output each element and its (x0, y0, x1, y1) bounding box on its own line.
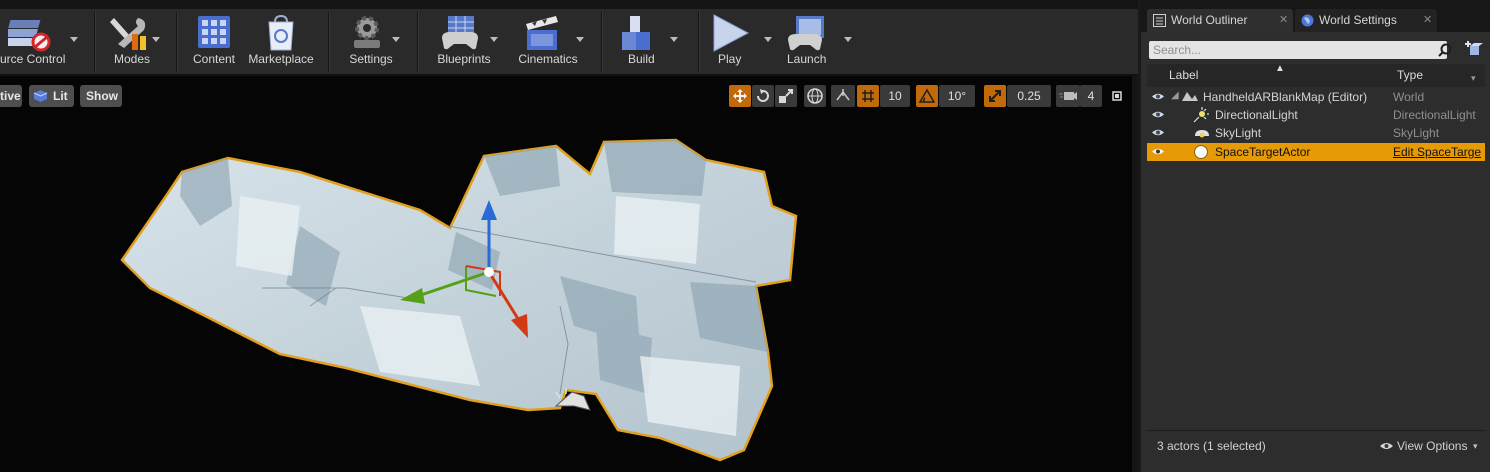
type-column-header[interactable]: Type (1397, 64, 1423, 87)
launch-button[interactable]: Launch (784, 9, 854, 74)
world-outliner-tab-label: World Outliner (1171, 13, 1248, 27)
outliner-column-header: Label ▲ Type ▾ (1147, 63, 1485, 90)
chevron-down-icon[interactable] (490, 37, 498, 42)
blueprints-label: Blueprints (437, 52, 491, 66)
modes-label: Modes (113, 52, 151, 66)
tab-world-outliner[interactable]: World Outliner ✕ (1147, 9, 1293, 32)
row-label: SpaceTargetActor (1215, 145, 1311, 159)
cinematics-label: Cinematics (518, 52, 578, 66)
play-label: Play (718, 52, 742, 66)
outliner-footer: 3 actors (1 selected) View Options ▾ (1147, 430, 1485, 458)
toolbar-separator (176, 12, 177, 72)
outliner-row-sky-light[interactable]: SkyLight SkyLight (1147, 124, 1485, 142)
chevron-down-icon[interactable] (844, 37, 852, 42)
collapse-arrow-icon[interactable]: ◢ (1171, 87, 1179, 105)
cinematics-icon (526, 16, 558, 50)
outliner-search-input[interactable]: Search... (1149, 41, 1447, 59)
toolbar-separator (698, 12, 699, 72)
sort-ascending-icon: ▲ (1275, 63, 1285, 74)
directional-light-icon (1193, 107, 1209, 123)
visibility-eye-icon[interactable] (1151, 128, 1165, 137)
settings-button[interactable]: Settings (336, 9, 406, 74)
world-settings-tab-label: World Settings (1319, 13, 1397, 27)
modes-icon (110, 18, 146, 50)
cinematics-button[interactable]: Cinematics (508, 9, 588, 74)
search-icon[interactable] (1438, 43, 1452, 57)
settings-label: Settings (349, 52, 393, 66)
modes-button[interactable]: Modes (100, 9, 164, 74)
launch-label: Launch (787, 52, 827, 66)
row-type: SkyLight (1393, 126, 1440, 140)
toolbar-separator (328, 12, 329, 72)
chevron-down-icon[interactable] (392, 37, 400, 42)
close-icon[interactable]: ✕ (1423, 9, 1432, 32)
build-button[interactable]: Build (608, 9, 688, 74)
level-viewport[interactable]: tive Lit Show 10 10° 0.25 4 (0, 76, 1132, 472)
toolbar-separator (417, 12, 418, 72)
actor-count-status: 3 actors (1 selected) (1157, 439, 1266, 453)
source-control-label: urce Control (0, 52, 66, 66)
tab-world-settings[interactable]: World Settings ✕ (1295, 9, 1437, 32)
edit-actor-link[interactable]: Edit SpaceTarge (1393, 143, 1481, 161)
chevron-down-icon[interactable] (670, 37, 678, 42)
world-outliner-panel: World Outliner ✕ World Settings ✕ Search… (1138, 0, 1490, 472)
content-label: Content (192, 52, 236, 66)
row-type: World (1393, 90, 1425, 104)
outliner-icon (1153, 14, 1166, 27)
sky-light-icon (1195, 130, 1209, 138)
source-control-button[interactable]: urce Control (0, 9, 84, 74)
chevron-down-icon[interactable]: ▾ (1471, 67, 1476, 90)
close-icon[interactable]: ✕ (1279, 9, 1288, 32)
blueprints-icon (442, 16, 478, 50)
row-type: DirectionalLight (1393, 108, 1476, 122)
chevron-down-icon: ▾ (1473, 441, 1478, 451)
row-label: SkyLight (1215, 126, 1262, 140)
outliner-row-world[interactable]: ◢ HandheldARBlankMap (Editor) World (1147, 88, 1485, 106)
globe-icon (1301, 14, 1314, 27)
play-icon (713, 14, 750, 52)
world-map-icon (1182, 92, 1198, 101)
marketplace-button[interactable]: Marketplace (246, 9, 316, 74)
blueprints-button[interactable]: Blueprints (424, 9, 504, 74)
content-button[interactable]: Content (186, 9, 242, 74)
build-icon (622, 16, 650, 50)
launch-icon (788, 16, 824, 51)
actor-sphere-icon (1194, 145, 1208, 159)
add-filter-icon[interactable] (1465, 41, 1483, 57)
chevron-down-icon[interactable] (152, 37, 160, 42)
outliner-row-space-target-actor[interactable]: SpaceTargetActor Edit SpaceTarge (1147, 143, 1485, 161)
outliner-row-directional-light[interactable]: DirectionalLight DirectionalLight (1147, 106, 1485, 124)
visibility-eye-icon[interactable] (1151, 147, 1165, 156)
view-options-label: View Options (1397, 439, 1468, 453)
marketplace-label: Marketplace (248, 52, 314, 66)
scanned-room-mesh[interactable] (0, 76, 1132, 472)
chevron-down-icon[interactable] (764, 37, 772, 42)
row-label: HandheldARBlankMap (Editor) (1203, 90, 1368, 104)
content-icon (198, 16, 230, 48)
chevron-down-icon[interactable] (576, 37, 584, 42)
toolbar-separator (94, 12, 95, 72)
build-label: Build (628, 52, 655, 66)
visibility-eye-icon[interactable] (1151, 110, 1165, 119)
marketplace-icon (268, 14, 294, 51)
play-button[interactable]: Play (704, 9, 778, 74)
visibility-eye-icon[interactable] (1151, 92, 1165, 101)
panel-tab-row: World Outliner ✕ World Settings ✕ (1141, 0, 1490, 32)
view-options-button[interactable]: View Options ▾ (1379, 431, 1483, 459)
chevron-down-icon[interactable] (70, 37, 78, 42)
unreal-editor-window: urce Control Modes Content Marketplace S… (0, 0, 1490, 472)
eye-icon (1380, 443, 1393, 449)
source-control-icon (8, 20, 51, 52)
label-column-header[interactable]: Label (1169, 64, 1198, 87)
main-toolbar: urce Control Modes Content Marketplace S… (0, 0, 1138, 76)
settings-icon (354, 16, 380, 48)
toolbar-separator (601, 12, 602, 72)
row-label: DirectionalLight (1215, 108, 1298, 122)
